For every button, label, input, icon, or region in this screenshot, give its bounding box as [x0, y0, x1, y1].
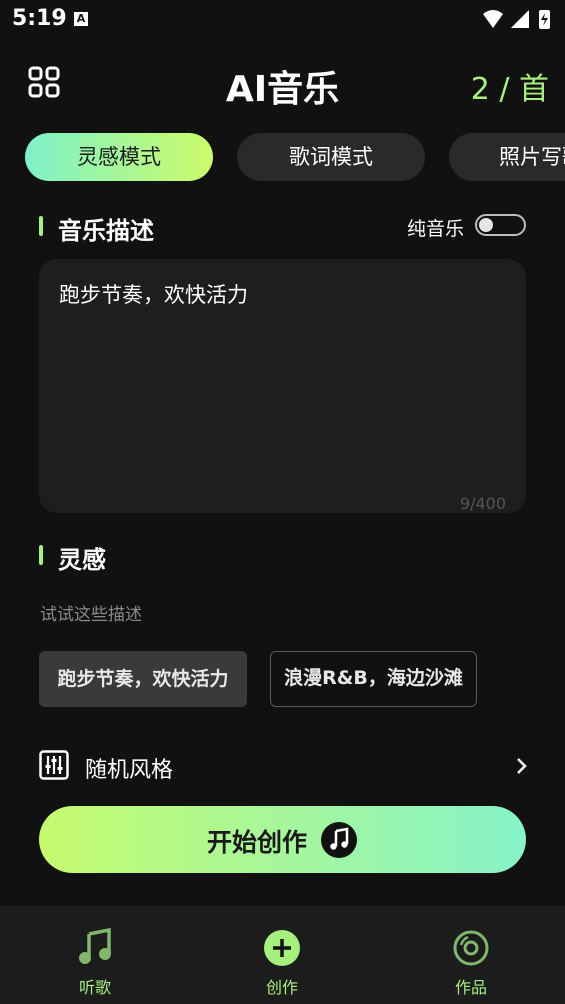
- nav-create[interactable]: 创作: [222, 906, 342, 1004]
- section-title-description: 音乐描述: [58, 217, 154, 245]
- music-note-icon: [321, 822, 357, 858]
- character-count: 9/400: [459, 494, 506, 513]
- section-marker: [39, 216, 43, 236]
- bottom-nav: 听歌 创作 作品: [0, 906, 565, 1004]
- suggestion-chip[interactable]: 跑步节奏，欢快活力: [39, 651, 247, 707]
- start-create-label: 开始创作: [207, 828, 308, 857]
- tab-lyrics-mode[interactable]: 歌词模式: [237, 133, 425, 181]
- description-text: 跑步节奏，欢快活力: [59, 283, 248, 307]
- suggestion-chip[interactable]: 浪漫R&B，海边沙滩: [270, 651, 477, 707]
- wifi-icon: [483, 10, 503, 28]
- plus-circle-icon: [264, 930, 300, 966]
- random-style-row[interactable]: 随机风格: [39, 748, 529, 786]
- nav-label-works: 作品: [454, 978, 487, 997]
- chevron-right-icon: [517, 758, 527, 774]
- notification-icon: A: [74, 12, 88, 26]
- nav-listen[interactable]: 听歌: [35, 906, 155, 1004]
- description-input[interactable]: 跑步节奏，欢快活力 9/400: [39, 259, 526, 513]
- tab-photo-mode[interactable]: 照片写歌: [449, 133, 565, 181]
- inspiration-hint: 试试这些描述: [40, 605, 142, 625]
- section-title-inspiration: 灵感: [58, 546, 106, 574]
- section-marker: [39, 545, 43, 565]
- nav-works[interactable]: 作品: [411, 906, 531, 1004]
- status-time: 5:19: [12, 6, 67, 31]
- status-bar: 5:19 A: [0, 0, 565, 40]
- mode-tabs: 灵感模式 歌词模式 照片写歌: [25, 133, 565, 181]
- app-header: AI音乐 2 / 首: [0, 52, 565, 112]
- status-icons: [483, 10, 550, 29]
- toggle-knob: [479, 218, 493, 232]
- pure-music-label: 纯音乐: [407, 218, 465, 240]
- nav-label-create: 创作: [265, 978, 298, 997]
- disc-icon: [453, 930, 489, 966]
- tab-inspiration-mode[interactable]: 灵感模式: [25, 133, 213, 181]
- pure-music-toggle[interactable]: [475, 214, 526, 236]
- random-style-label: 随机风格: [85, 758, 174, 783]
- start-create-button[interactable]: 开始创作: [39, 806, 526, 873]
- music-note-icon: [79, 928, 111, 964]
- quota-counter[interactable]: 2 / 首: [471, 64, 549, 108]
- signal-icon: [511, 10, 529, 28]
- nav-label-listen: 听歌: [78, 978, 111, 997]
- equalizer-icon: [39, 750, 69, 780]
